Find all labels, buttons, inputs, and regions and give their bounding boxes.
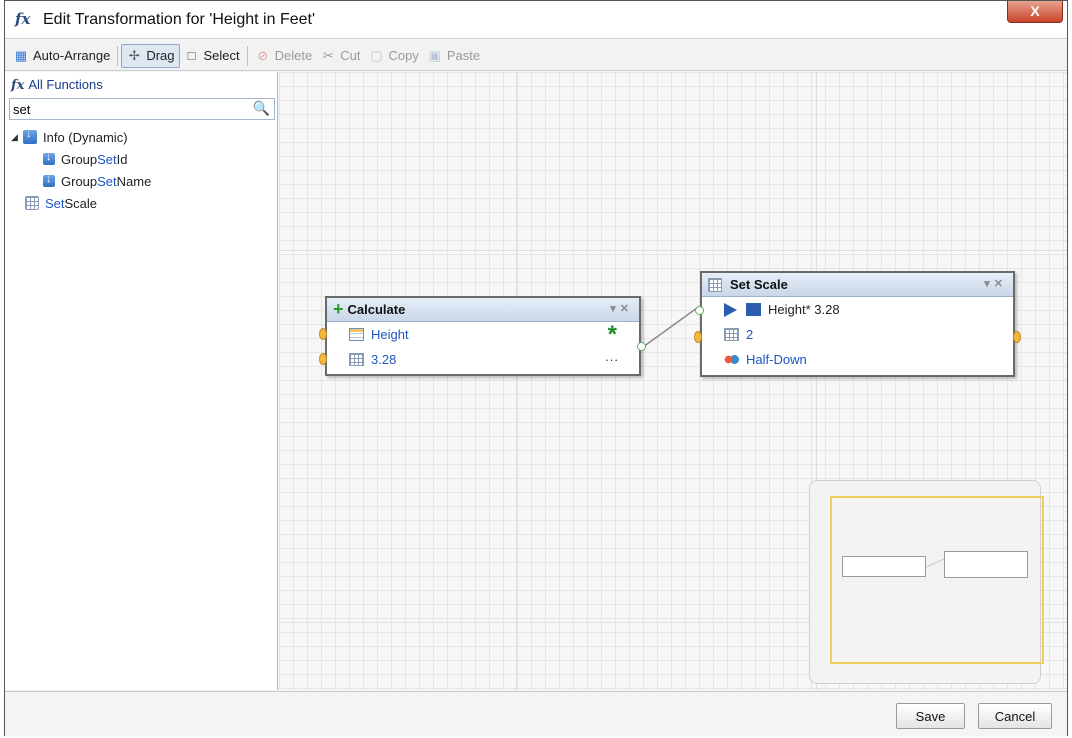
auto-arrange-icon: ▦ xyxy=(14,47,28,63)
input-port[interactable] xyxy=(695,306,704,315)
rounding-mode-value[interactable]: Half-Down xyxy=(746,352,807,367)
tree-item-set-scale[interactable]: Set Scale xyxy=(5,192,277,214)
copy-button[interactable]: ▢ Copy xyxy=(364,44,422,68)
functions-panel: fxAll Functions 🔍 ◢ Info (Dynamic) Group… xyxy=(5,72,278,690)
select-label: Select xyxy=(203,48,240,63)
info-category-icon xyxy=(23,128,37,144)
drag-button[interactable]: ✢ Drag xyxy=(121,43,180,68)
tree-item-prefix: Group xyxy=(61,173,98,189)
input-bar-icon xyxy=(746,303,761,316)
tree-node-label: Info (Dynamic) xyxy=(43,129,128,145)
paste-label: Paste xyxy=(446,48,481,63)
calculate-operand-row[interactable]: 3.28 ... xyxy=(327,347,639,372)
close-button[interactable]: X xyxy=(1007,1,1063,23)
all-functions-label: All Functions xyxy=(28,77,103,92)
select-button[interactable]: □ Select xyxy=(180,44,244,68)
table-field-icon xyxy=(349,328,364,341)
info-function-icon xyxy=(43,173,55,187)
scale-value[interactable]: 2 xyxy=(746,327,753,342)
minimap[interactable] xyxy=(809,480,1044,684)
function-icon: fx xyxy=(15,10,31,28)
function-search-input[interactable] xyxy=(10,99,240,119)
tree-item-group-set-id[interactable]: Group Set Id xyxy=(5,148,277,170)
tree-item-suffix: Id xyxy=(116,151,128,167)
set-scale-input-row[interactable]: Height * 3.28 xyxy=(702,297,1013,322)
copy-label: Copy xyxy=(388,48,419,63)
function-tree: ◢ Info (Dynamic) Group Set Id Group Set … xyxy=(5,126,277,214)
paste-button[interactable]: ▣ Paste xyxy=(423,44,484,68)
dialog-footer: Save Cancel xyxy=(5,691,1067,736)
transformation-canvas[interactable]: + Calculate ▾✕ Height * 3.28 ... Set Sca… xyxy=(279,72,1067,690)
node-menu-close-icons[interactable]: ▾✕ xyxy=(610,302,633,315)
cut-button[interactable]: ✂ Cut xyxy=(316,44,364,68)
input-arrow-icon xyxy=(724,302,739,317)
set-scale-precision-row[interactable]: 2 xyxy=(702,322,1013,347)
calculate-operand-row[interactable]: Height * xyxy=(327,321,639,349)
function-icon: fx xyxy=(11,78,25,93)
search-match-highlight: Set xyxy=(45,195,65,211)
delete-icon: ⊘ xyxy=(257,47,269,63)
toolbar: ▦ Auto-Arrange ✢ Drag □ Select ⊘ Delete … xyxy=(5,41,1067,71)
operand-constant[interactable]: 3.28 xyxy=(371,352,396,367)
paste-icon: ▣ xyxy=(428,47,441,63)
input-expression: * 3.28 xyxy=(805,302,840,317)
input-port[interactable] xyxy=(694,331,702,343)
drag-icon: ✢ xyxy=(128,47,140,63)
auto-arrange-button[interactable]: ▦ Auto-Arrange xyxy=(9,44,114,68)
numeric-constant-icon xyxy=(349,353,364,366)
output-port[interactable] xyxy=(1013,331,1021,343)
input-port[interactable] xyxy=(319,353,327,365)
search-match-highlight: Set xyxy=(97,151,117,167)
input-port[interactable] xyxy=(319,328,327,340)
collapse-triangle-icon[interactable]: ◢ xyxy=(11,132,21,143)
info-function-icon xyxy=(43,151,55,165)
auto-arrange-label: Auto-Arrange xyxy=(33,48,111,63)
minimap-connector-svg xyxy=(925,558,945,568)
all-functions-link[interactable]: fx All Functions xyxy=(11,77,103,93)
tree-item-suffix: Name xyxy=(116,173,152,189)
cancel-button[interactable]: Cancel xyxy=(978,703,1052,729)
operand-height[interactable]: Height xyxy=(371,327,409,342)
node-connector xyxy=(642,307,698,348)
numeric-function-icon xyxy=(708,277,722,292)
tree-item-prefix: Group xyxy=(61,151,98,167)
copy-icon: ▢ xyxy=(370,47,383,63)
search-match-highlight: Set xyxy=(97,173,117,189)
numeric-function-icon xyxy=(25,196,39,210)
calculate-node-title: Calculate xyxy=(347,302,406,317)
cut-icon: ✂ xyxy=(322,47,334,63)
more-options-icon[interactable]: ... xyxy=(605,349,619,364)
drag-label: Drag xyxy=(146,48,175,63)
toolbar-separator xyxy=(246,45,248,66)
function-search: 🔍 xyxy=(9,98,275,120)
search-icon[interactable]: 🔍 xyxy=(253,100,270,117)
toolbar-separator xyxy=(117,45,119,66)
tree-item-group-set-name[interactable]: Group Set Name xyxy=(5,170,277,192)
set-scale-node-header[interactable]: Set Scale ▾✕ xyxy=(702,273,1013,297)
set-scale-node-title: Set Scale xyxy=(730,277,788,292)
numeric-constant-icon xyxy=(724,328,739,341)
multiply-operator-icon[interactable]: * xyxy=(608,321,617,349)
node-menu-close-icons[interactable]: ▾✕ xyxy=(984,277,1007,290)
calculate-node-header[interactable]: + Calculate ▾✕ xyxy=(327,298,639,322)
set-scale-node[interactable]: Set Scale ▾✕ Height * 3.28 2 Half-Down xyxy=(694,271,1021,377)
calculate-node[interactable]: + Calculate ▾✕ Height * 3.28 ... xyxy=(319,296,646,376)
delete-label: Delete xyxy=(274,48,313,63)
title-bar: fx Edit Transformation for 'Height in Fe… xyxy=(5,1,1067,39)
set-scale-rounding-row[interactable]: Half-Down xyxy=(702,347,1013,372)
dialog-title: Edit Transformation for 'Height in Feet' xyxy=(43,11,316,28)
output-port[interactable] xyxy=(637,342,646,351)
delete-button[interactable]: ⊘ Delete xyxy=(251,44,317,68)
save-button[interactable]: Save xyxy=(896,703,965,729)
edit-transformation-dialog: fx Edit Transformation for 'Height in Fe… xyxy=(4,0,1068,736)
tree-item-suffix: Scale xyxy=(64,195,98,211)
cut-label: Cut xyxy=(340,48,361,63)
plus-icon: + xyxy=(333,299,344,319)
rounding-mode-icon xyxy=(724,353,739,366)
input-field-name: Height xyxy=(768,302,806,317)
select-icon: □ xyxy=(187,47,196,63)
tree-node-info-dynamic[interactable]: ◢ Info (Dynamic) xyxy=(5,126,277,148)
minimap-connector xyxy=(925,558,945,568)
